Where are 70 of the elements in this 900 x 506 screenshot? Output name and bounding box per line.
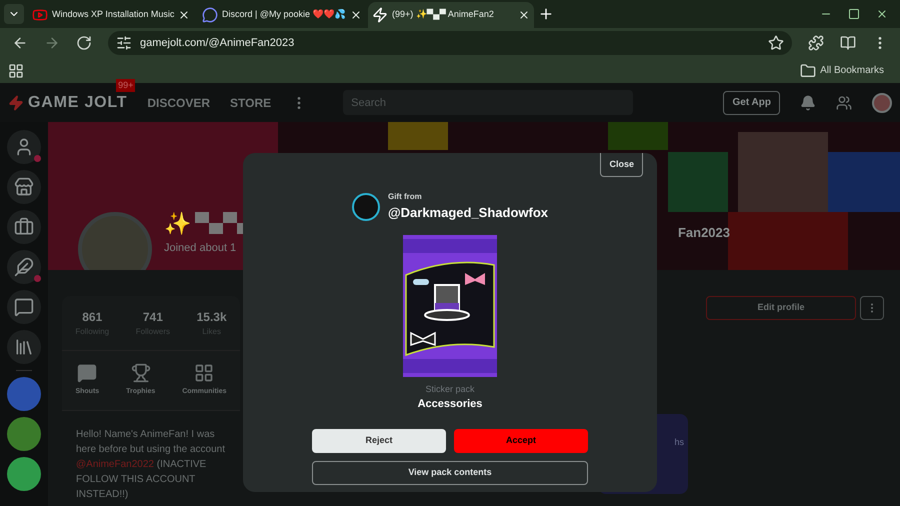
apps-icon[interactable] [8,62,24,78]
bell-icon[interactable] [800,94,816,110]
sidebar-button[interactable] [7,130,41,164]
community-avatar[interactable] [7,457,41,491]
chat-icon [14,297,34,317]
close-icon[interactable] [876,8,888,20]
view-contents-button[interactable]: View pack contents [312,460,588,484]
all-bookmarks-button[interactable]: All Bookmarks [800,62,884,78]
address-field[interactable]: gamejolt.com/@AnimeFan2023 [108,31,792,55]
community-avatar[interactable] [7,417,41,451]
folder-icon [800,62,816,78]
bolt-icon [372,7,388,23]
close-button[interactable]: Close [600,153,643,177]
sender-name: @Darkmaged_Shadowfox [388,204,548,222]
forward-icon[interactable] [44,35,60,51]
username-text: Fan2023 [678,224,730,242]
maximize-icon[interactable] [848,8,860,20]
url-text: gamejolt.com/@AnimeFan2023 [140,36,296,51]
reject-button[interactable]: Reject [312,428,446,452]
nav-link[interactable]: DISCOVER [147,94,210,112]
quill-icon [14,257,34,277]
sidebar-button[interactable] [7,170,41,204]
back-icon[interactable] [12,35,28,51]
joined-text: Joined about 1 [164,240,238,256]
site-settings-icon[interactable] [116,35,132,51]
speech-bubble-icon [77,363,98,383]
card-text-fragment: hs [674,436,684,449]
nav-link[interactable]: STORE [230,94,272,112]
accept-button[interactable]: Accept [454,428,588,452]
close-icon[interactable] [350,9,362,21]
edit-profile-button[interactable]: Edit profile [706,296,856,320]
new-tab-icon[interactable] [538,6,554,22]
tab-list-button[interactable] [4,4,24,24]
chat-icon [202,7,218,23]
library-icon [14,337,34,357]
tab-title: Windows XP Installation Music [52,8,174,22]
bolt-icon [8,94,24,110]
store-icon [14,177,34,197]
browser-tab[interactable]: Windows XP Installation Music [28,2,194,28]
bio-text: Hello! Name's AnimeFan! I was here before but using the account @AnimeFan2022 (INACTIVE FOLLOW THIS ACCOUNT INSTEAD!!) [75,428,226,502]
pack-name-text: Accessories [418,397,482,412]
reload-icon[interactable] [76,35,92,51]
bag-icon [14,217,34,237]
extensions-icon[interactable] [808,35,824,51]
notification-badge: 99+ [116,78,136,92]
browser-tab[interactable]: (99+) ✨▀▄▀ AnimeFan2 [368,2,534,28]
name-sparkle: ✨ [164,210,191,238]
sidebar-button[interactable] [7,290,41,324]
get-app-button[interactable]: Get App [723,90,780,114]
friends-icon[interactable] [836,94,852,110]
bookmark-star-icon[interactable] [768,35,784,51]
sidebar-button[interactable] [7,210,41,244]
video-icon [32,7,48,23]
browser-tab[interactable]: Discord | @My pookie ❤❤💦 [198,2,364,28]
gift-from-label: Gift from [388,191,423,203]
sidebar-button[interactable] [7,250,41,284]
close-icon[interactable] [178,9,190,21]
close-icon[interactable] [518,9,530,21]
trophy-icon [130,363,151,383]
tab-title: (99+) ✨▀▄▀ AnimeFan2 [392,8,495,22]
logo[interactable]: GAME JOLT [28,90,128,114]
tab-title: Discord | @My pookie ❤❤💦 [222,8,346,22]
sidebar-button[interactable] [7,330,41,364]
pack-type-text: Sticker pack [425,382,475,396]
sender-avatar [352,192,380,221]
grid-icon [194,363,214,383]
user-avatar[interactable] [872,92,892,112]
reading-mode-icon[interactable] [840,35,856,51]
search-field[interactable]: Search [343,90,634,115]
community-avatar[interactable] [7,377,41,411]
